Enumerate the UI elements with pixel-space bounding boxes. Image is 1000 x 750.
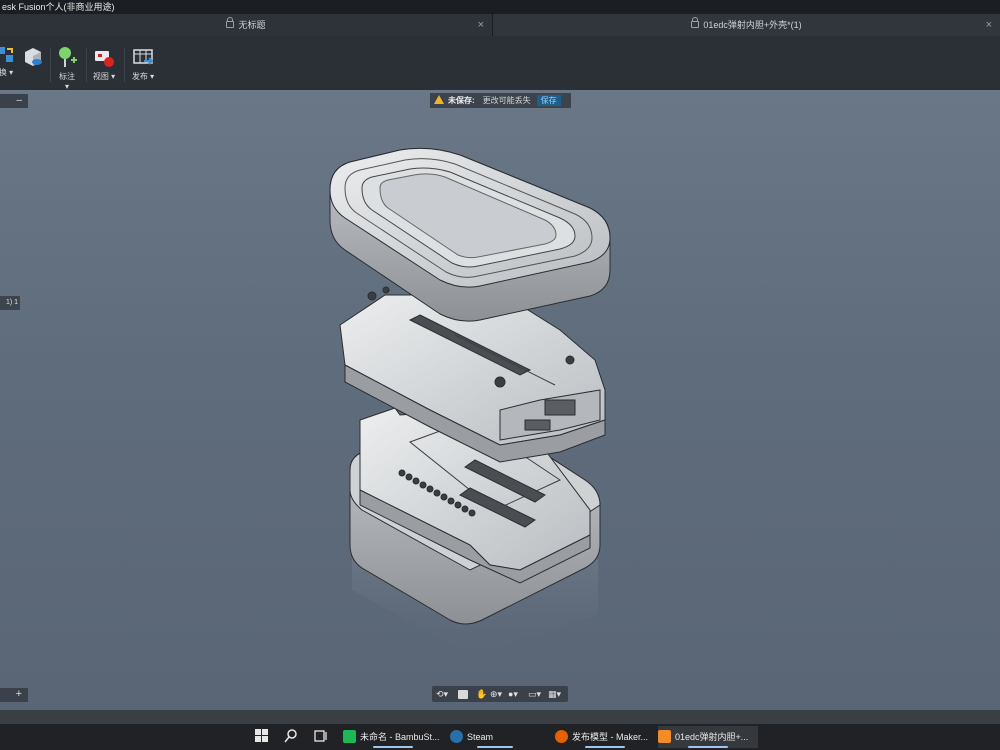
tab-label: 无标题 [238, 20, 266, 30]
running-indicator [373, 746, 413, 748]
fusion-icon [658, 730, 671, 743]
firefox-icon [555, 730, 568, 743]
toolbar-divider [86, 48, 87, 82]
taskbar-app-firefox[interactable]: 发布模型 - Maker... [555, 726, 655, 748]
camera-icon[interactable] [458, 690, 468, 699]
steam-icon [450, 730, 463, 743]
tool-label: 视图 ▾ [92, 72, 116, 81]
running-indicator [585, 746, 625, 748]
taskbar-app-bambustudio[interactable]: 未命名 - BambuSt... [343, 726, 443, 748]
close-icon[interactable]: × [986, 14, 992, 36]
close-icon[interactable]: × [478, 14, 484, 36]
search-icon[interactable] [284, 729, 298, 743]
switch-icon [0, 47, 13, 62]
canvas-viewport[interactable]: – 1) 1 + 未保存: 更改可能丢失 保存 ⟲▾ ✋ ⊕▾ ●▾ ▭▾ ▦▾ [0, 90, 1000, 710]
publish-icon [133, 49, 154, 65]
taskbar-app-fusion[interactable]: 01edc弹射内胆+... [658, 726, 758, 748]
lock-icon [226, 17, 235, 28]
taskbar-app-label: Steam [467, 732, 494, 742]
lock-icon [691, 17, 700, 28]
zoom-icon[interactable]: ⊕▾ [490, 688, 502, 700]
view-tool-button[interactable]: 视图 ▾ [92, 46, 116, 82]
tab-label: 01edc弹射内胆+外壳*(1) [703, 20, 802, 30]
grid-icon[interactable]: ▦▾ [548, 688, 561, 700]
tab-untitled[interactable]: 无标题 × [0, 14, 493, 36]
running-indicator [477, 746, 513, 748]
box-view-button[interactable] [22, 46, 44, 71]
switch-tool-button[interactable]: 换 ▾ [0, 46, 14, 78]
model-render[interactable] [0, 90, 1000, 710]
os-taskbar: 未命名 - BambuSt... Steam 发布模型 - Maker... 0… [0, 724, 1000, 750]
tool-label: 换 ▾ [0, 68, 14, 77]
display-style-icon[interactable]: ●▾ [508, 688, 518, 700]
box-view-icon [25, 48, 42, 66]
bambu-icon [343, 730, 356, 743]
taskbar-app-label: 未命名 - BambuSt... [360, 732, 440, 742]
taskbar-app-label: 01edc弹射内胆+... [675, 732, 749, 742]
publish-tool-button[interactable]: 发布 ▾ [130, 46, 156, 82]
toolbar-divider [50, 48, 51, 82]
tool-label: 发布 ▾ [131, 72, 155, 81]
view-camera-icon [95, 51, 114, 67]
navigation-toolbar: ⟲▾ ✋ ⊕▾ ●▾ ▭▾ ▦▾ [432, 686, 568, 702]
window-title: esk Fusion个人(非商业用途) [0, 0, 1000, 14]
tool-label: 标注 ▾ [59, 72, 75, 91]
annotate-icon [59, 47, 77, 67]
document-tab-bar: 无标题 × 01edc弹射内胆+外壳*(1) × [0, 14, 1000, 36]
ribbon-toolbar: 换 ▾ 标注 ▾ 视图 ▾ 发布 ▾ [0, 36, 1000, 91]
visual-style-icon[interactable]: ▭▾ [528, 688, 541, 700]
taskbar-app-steam[interactable]: Steam [450, 726, 540, 748]
orbit-icon[interactable]: ⟲▾ [436, 688, 448, 700]
running-indicator [688, 746, 728, 748]
task-view-icon[interactable] [314, 729, 328, 743]
status-strip [0, 710, 1000, 724]
pan-icon[interactable]: ✋ [476, 688, 487, 700]
windows-start-icon[interactable] [255, 729, 269, 743]
taskbar-app-label: 发布模型 - Maker... [572, 732, 649, 742]
toolbar-divider [124, 48, 125, 82]
annotate-tool-button[interactable]: 标注 ▾ [56, 46, 78, 91]
tab-active-design[interactable]: 01edc弹射内胆+外壳*(1) × [493, 14, 1000, 36]
